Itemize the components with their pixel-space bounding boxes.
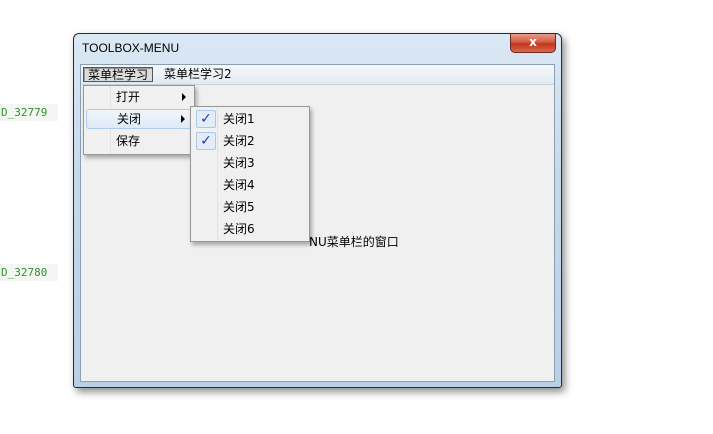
checkmark-icon: ✓: [196, 110, 216, 128]
window-title: TOOLBOX-MENU: [82, 41, 180, 55]
menu-item-label: 关闭6: [223, 222, 255, 236]
menu-bar: 菜单栏学习 菜单栏学习2: [81, 65, 554, 85]
menu-item-label: 关闭1: [223, 112, 255, 126]
submenu-arrow-icon: [182, 93, 186, 101]
background-id-label: D_32779: [0, 104, 58, 121]
submenu-item-close-4[interactable]: 关闭4: [193, 175, 307, 195]
dropdown-menu: 打开 关闭 保存: [83, 85, 195, 155]
close-icon: x: [529, 35, 537, 49]
menu-item-close[interactable]: 关闭: [86, 109, 192, 129]
client-caption-text: NU菜单栏的窗口: [309, 235, 399, 249]
submenu-item-close-2[interactable]: ✓ 关闭2: [193, 131, 307, 151]
menu-item-save[interactable]: 保存: [86, 131, 192, 151]
menu-item-label: 关闭4: [223, 178, 255, 192]
menu-item-label: 关闭3: [223, 156, 255, 170]
background-id-label: D_32780: [0, 264, 58, 281]
menu-item-open[interactable]: 打开: [86, 87, 192, 107]
submenu-item-close-1[interactable]: ✓ 关闭1: [193, 109, 307, 129]
submenu-item-close-3[interactable]: 关闭3: [193, 153, 307, 173]
submenu-item-close-5[interactable]: 关闭5: [193, 197, 307, 217]
close-submenu: ✓ 关闭1 ✓ 关闭2 关闭3 关闭4 关闭5 关闭6: [190, 106, 310, 242]
close-button[interactable]: x: [510, 34, 556, 53]
menu-item-label: 关闭: [117, 112, 142, 126]
checkmark-icon: ✓: [196, 132, 216, 150]
submenu-item-close-6[interactable]: 关闭6: [193, 219, 307, 239]
menu-item-label: 打开: [116, 90, 141, 104]
menu-item-label: 关闭2: [223, 134, 255, 148]
submenu-arrow-icon: [181, 115, 185, 123]
menubar-item-learning[interactable]: 菜单栏学习: [83, 67, 154, 82]
menu-item-label: 关闭5: [223, 200, 255, 214]
menu-item-label: 保存: [116, 134, 141, 148]
menubar-item-learning-2[interactable]: 菜单栏学习2: [160, 67, 236, 82]
